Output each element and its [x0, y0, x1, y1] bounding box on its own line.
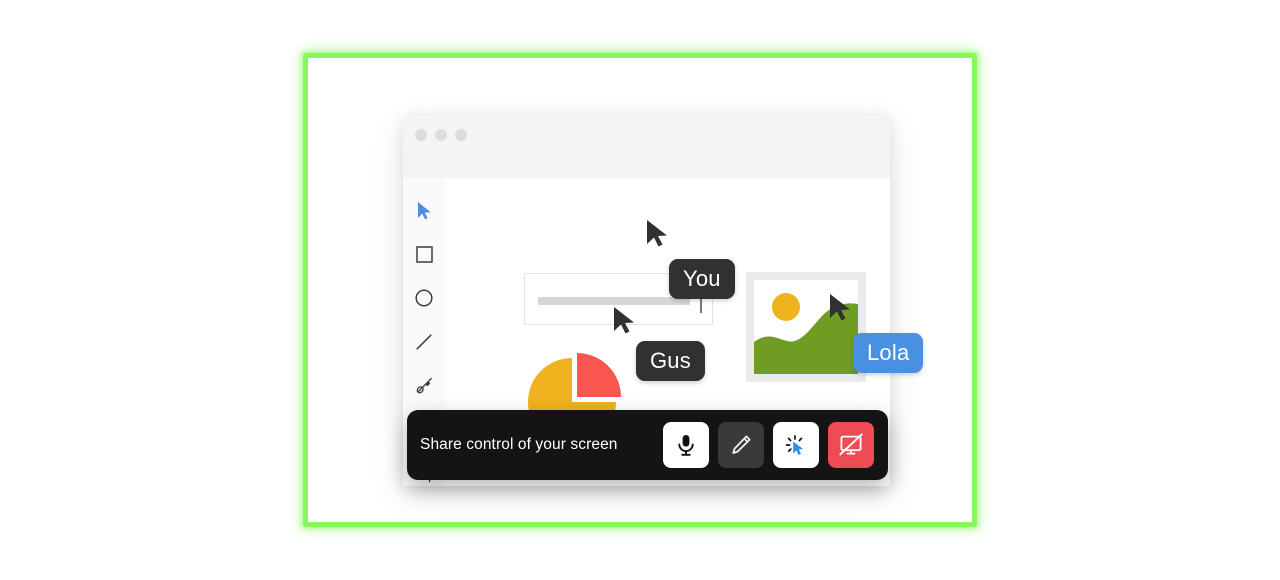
line-icon [416, 334, 432, 350]
maximize-dot[interactable] [455, 129, 467, 141]
stop-share-button[interactable] [828, 422, 874, 468]
rectangle-tool[interactable] [412, 242, 436, 266]
cursor-arrow-icon [417, 201, 431, 219]
ellipse-tool[interactable] [412, 286, 436, 310]
sun-icon [772, 293, 800, 321]
line-tool[interactable] [412, 330, 436, 354]
share-control-label: Share control of your screen [420, 436, 618, 453]
screen-off-icon [839, 433, 863, 456]
pencil-icon [732, 435, 751, 454]
text-input-value-bar [538, 297, 690, 305]
annotate-button[interactable] [718, 422, 764, 468]
cursor-gus [614, 307, 634, 334]
pen-tool[interactable] [412, 374, 436, 398]
window-titlebar [403, 116, 890, 178]
minimize-dot[interactable] [435, 129, 447, 141]
cursor-label-you: You [669, 259, 735, 299]
select-tool[interactable] [412, 198, 436, 222]
share-control-bar: Share control of your screen [407, 410, 888, 480]
square-icon [415, 245, 433, 263]
remote-control-button[interactable] [773, 422, 819, 468]
canvas-image-placeholder[interactable] [746, 272, 866, 382]
screenshot-stage: T [0, 0, 1280, 580]
pie-slice-selected [577, 353, 621, 397]
close-dot[interactable] [415, 129, 427, 141]
cursor-you [647, 220, 667, 247]
cursor-click-icon [785, 435, 804, 455]
cursor-lola [830, 294, 850, 321]
cursor-label-gus: Gus [636, 341, 705, 381]
microphone-button[interactable] [663, 422, 709, 468]
microphone-icon [678, 435, 694, 456]
pen-nib-icon [416, 377, 432, 394]
circle-icon [415, 289, 433, 307]
cursor-label-lola: Lola [853, 333, 924, 373]
